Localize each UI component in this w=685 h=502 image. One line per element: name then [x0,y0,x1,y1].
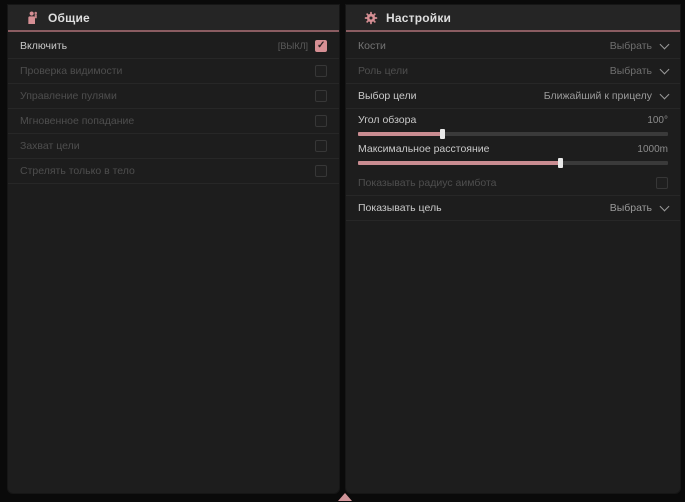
chevron-down-icon [660,64,670,74]
max-distance-slider[interactable] [358,161,668,165]
slider-thumb[interactable] [558,158,563,168]
setting-label: Стрелять только в тело [20,165,135,177]
slider-fill [358,161,560,165]
setting-label: Проверка видимости [20,65,122,77]
dropdown-value: Выбрать [610,40,652,52]
setting-row-bullet-control[interactable]: Управление пулями [8,84,339,109]
setting-row-enable[interactable]: Включить [ВЫКЛ] [8,34,339,59]
setting-label: Угол обзора [358,114,416,126]
target-selection-dropdown[interactable]: Ближайший к прицелу [544,90,668,102]
show-target-dropdown[interactable]: Выбрать [610,202,668,214]
chevron-down-icon [660,39,670,49]
setting-row-target-selection[interactable]: Выбор цели Ближайший к прицелу [346,84,680,109]
checkbox-visibility-check[interactable] [315,65,327,77]
setting-row-instant-hit[interactable]: Мгновенное попадание [8,109,339,134]
setting-row-target-lock[interactable]: Захват цели [8,134,339,159]
setting-label: Мгновенное попадание [20,115,134,127]
slider-value: 1000m [637,144,668,155]
setting-row-body-only[interactable]: Стрелять только в тело [8,159,339,184]
panel-title: Общие [48,11,90,25]
setting-row-target-role[interactable]: Роль цели Выбрать [346,59,680,84]
checkbox-show-radius[interactable] [656,177,668,189]
panel-general: Общие Включить [ВЫКЛ] Проверка видимости… [8,5,339,493]
setting-label: Захват цели [20,140,80,152]
setting-label: Кости [358,40,386,52]
slider-value: 100° [647,115,668,126]
checkbox-instant-hit[interactable] [315,115,327,127]
dropdown-value: Выбрать [610,65,652,77]
setting-row-show-radius[interactable]: Показывать радиус аимбота [346,171,680,196]
dropdown-value: Выбрать [610,202,652,214]
dropdown-value: Ближайший к прицелу [544,90,652,102]
keybind-state: [ВЫКЛ] [278,41,308,51]
setting-label: Выбор цели [358,90,417,102]
chevron-down-icon [660,201,670,211]
panel-settings: Настройки Кости Выбрать Роль цели Выбрат… [346,5,680,493]
setting-row-bones[interactable]: Кости Выбрать [346,34,680,59]
panel-settings-header: Настройки [346,5,680,32]
panel-general-header: Общие [8,5,339,32]
checkbox-enable[interactable] [315,40,327,52]
setting-label: Показывать цель [358,202,442,214]
setting-row-show-target[interactable]: Показывать цель Выбрать [346,196,680,221]
checkbox-body-only[interactable] [315,165,327,177]
setting-row-visibility-check[interactable]: Проверка видимости [8,59,339,84]
setting-label: Максимальное расстояние [358,143,489,155]
bones-dropdown[interactable]: Выбрать [610,40,668,52]
panel-title: Настройки [386,11,451,25]
chevron-down-icon [660,89,670,99]
setting-label: Показывать радиус аимбота [358,177,497,189]
slider-fill [358,132,442,136]
gear-icon [363,10,379,26]
setting-label: Роль цели [358,65,408,77]
checkbox-bullet-control[interactable] [315,90,327,102]
scroll-up-arrow-icon[interactable] [338,493,352,501]
panel-settings-body: Кости Выбрать Роль цели Выбрать Выбор це… [346,32,680,221]
target-role-dropdown[interactable]: Выбрать [610,65,668,77]
panel-general-body: Включить [ВЫКЛ] Проверка видимости Управ… [8,32,339,184]
setting-row-fov: Угол обзора 100° [346,109,680,138]
setting-label: Управление пулями [20,90,117,102]
checkbox-target-lock[interactable] [315,140,327,152]
fov-slider[interactable] [358,132,668,136]
setting-label: Включить [20,40,67,52]
setting-row-max-distance: Максимальное расстояние 1000m [346,138,680,167]
person-icon [25,10,41,26]
